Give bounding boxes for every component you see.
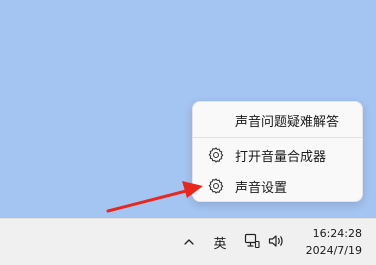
annotation-arrow — [106, 181, 203, 213]
